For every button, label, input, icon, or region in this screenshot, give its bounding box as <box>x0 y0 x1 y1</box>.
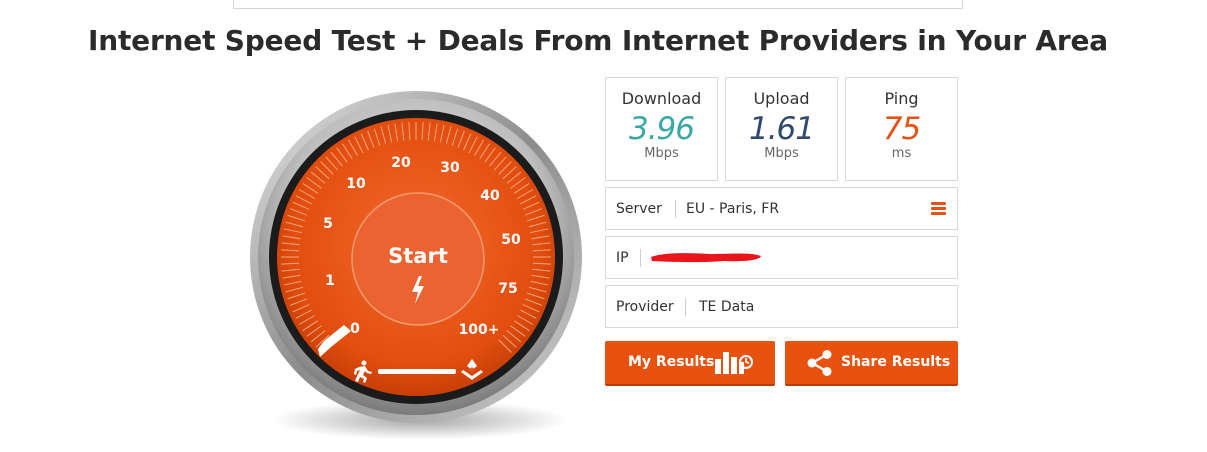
provider-label: Provider <box>616 299 674 315</box>
download-value: 3.96 <box>628 111 695 147</box>
gauge-scale-label: 30 <box>440 160 460 176</box>
top-content-box <box>233 0 963 9</box>
gauge-scale-label: 20 <box>391 155 411 171</box>
upload-title: Upload <box>753 89 810 108</box>
download-card: Download 3.96 Mbps <box>605 77 718 181</box>
page-title: Internet Speed Test + Deals From Interne… <box>0 24 1196 57</box>
ping-value: 75 <box>882 111 921 147</box>
share-icon <box>807 350 832 376</box>
server-row: Server EU - Paris, FR <box>605 187 958 230</box>
start-label: Start <box>388 244 448 268</box>
ping-unit: ms <box>891 146 912 161</box>
page-title-rest: + Deals From Internet Providers in Your … <box>395 24 1108 57</box>
ping-card: Ping 75 ms <box>845 77 958 181</box>
server-value: EU - Paris, FR <box>686 201 780 217</box>
download-unit: Mbps <box>644 146 679 161</box>
gauge-scale-label: 40 <box>480 188 500 204</box>
share-results-label: Share Results <box>841 354 951 370</box>
share-results-button[interactable]: Share Results <box>785 341 958 384</box>
gauge-scale-label: 5 <box>323 216 333 232</box>
provider-value: TE Data <box>699 299 755 315</box>
results-chart-icon <box>715 352 753 374</box>
ip-divider <box>640 249 641 267</box>
download-title: Download <box>621 89 702 108</box>
provider-row: Provider TE Data <box>605 285 958 328</box>
gauge-scale-label: 0 <box>350 321 360 337</box>
ip-label: IP <box>616 250 629 266</box>
gauge-scale-label: 10 <box>346 176 366 192</box>
upload-card: Upload 1.61 Mbps <box>725 77 838 181</box>
server-label: Server <box>616 201 662 217</box>
provider-divider <box>685 298 686 316</box>
progress-bar <box>378 369 456 374</box>
lightning-icon <box>412 276 424 304</box>
upload-unit: Mbps <box>764 146 799 161</box>
gauge-scale-label: 50 <box>501 232 521 248</box>
my-results-button[interactable]: My Results <box>605 341 775 384</box>
upload-value: 1.61 <box>748 111 815 147</box>
gauge-scale-label: 100+ <box>458 322 500 338</box>
gauge-scale-label: 75 <box>498 281 518 297</box>
my-results-label: My Results <box>628 354 715 370</box>
ip-redaction <box>651 253 761 263</box>
server-divider <box>675 200 676 218</box>
gauge-scale-label: 1 <box>325 273 335 289</box>
page-title-bold: Internet Speed Test <box>88 24 396 57</box>
server-menu-icon[interactable] <box>931 202 946 216</box>
ping-title: Ping <box>884 89 919 108</box>
